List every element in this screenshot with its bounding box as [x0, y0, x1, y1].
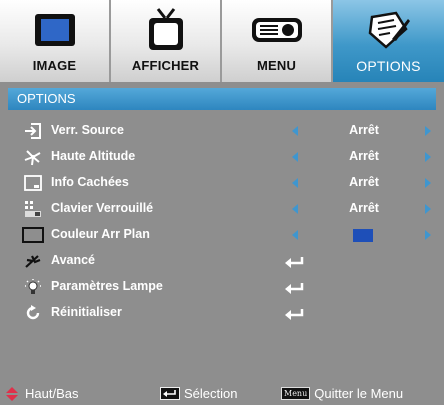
tab-afficher[interactable]: AFFICHER — [111, 0, 222, 82]
tv-icon — [111, 6, 220, 54]
tab-label: IMAGE — [32, 58, 77, 73]
enter-icon[interactable] — [284, 281, 306, 299]
row-label: Réinitialiser — [51, 305, 122, 319]
left-arrow-icon[interactable] — [292, 152, 298, 162]
row-avance[interactable]: Avancé — [8, 249, 436, 273]
lamp-icon — [22, 278, 44, 296]
panel-title: OPTIONS — [8, 88, 436, 110]
row-label: Info Cachées — [51, 175, 129, 189]
row-haute-altitude[interactable]: Haute Altitude Arrêt — [8, 145, 436, 169]
footer-nav: Haut/Bas — [4, 382, 78, 405]
footer-select: Sélection — [160, 382, 237, 405]
up-down-arrow-icon — [6, 386, 18, 401]
left-arrow-icon[interactable] — [292, 126, 298, 136]
enter-icon[interactable] — [284, 255, 306, 273]
osd-menu: IMAGE AFFICHER MENU OPTIONS OPTIONS Verr… — [0, 0, 444, 405]
reset-icon — [22, 304, 44, 322]
right-arrow-icon[interactable] — [425, 204, 431, 214]
left-arrow-icon[interactable] — [292, 178, 298, 188]
tab-bar: IMAGE AFFICHER MENU OPTIONS — [0, 0, 444, 82]
row-info-cachees[interactable]: Info Cachées Arrêt — [8, 171, 436, 195]
row-label: Couleur Arr Plan — [51, 227, 150, 241]
tab-image[interactable]: IMAGE — [0, 0, 111, 82]
advanced-icon — [22, 252, 44, 270]
left-arrow-icon[interactable] — [292, 204, 298, 214]
projector-icon — [222, 6, 331, 54]
tab-label: MENU — [256, 58, 297, 73]
tab-menu[interactable]: MENU — [222, 0, 333, 82]
menu-key-icon: Menu — [281, 387, 311, 400]
row-clavier-verrouille[interactable]: Clavier Verrouillé Arrêt — [8, 197, 436, 221]
right-arrow-icon[interactable] — [425, 230, 431, 240]
background-color-icon — [22, 226, 44, 244]
left-arrow-icon[interactable] — [292, 230, 298, 240]
source-lock-icon — [22, 122, 44, 140]
footer-quit: Menu Quitter le Menu — [281, 382, 403, 405]
info-hide-icon — [22, 174, 44, 192]
right-arrow-icon[interactable] — [425, 178, 431, 188]
right-arrow-icon[interactable] — [425, 126, 431, 136]
keypad-lock-icon — [22, 200, 44, 218]
footer-bar: Haut/Bas Sélection Menu Quitter le Menu — [0, 382, 444, 405]
monitor-icon — [0, 6, 109, 54]
row-label: Verr. Source — [51, 123, 124, 137]
options-panel: OPTIONS Verr. Source Arrêt Haute Altitud… — [8, 88, 436, 378]
row-label: Paramètres Lampe — [51, 279, 163, 293]
row-label: Avancé — [51, 253, 96, 267]
tab-label: OPTIONS — [356, 58, 421, 74]
tab-options[interactable]: OPTIONS — [333, 0, 444, 82]
color-swatch — [353, 229, 373, 242]
enter-icon[interactable] — [284, 307, 306, 325]
row-value: Arrêt — [349, 175, 379, 189]
row-value: Arrêt — [349, 149, 379, 163]
row-couleur-arr-plan[interactable]: Couleur Arr Plan — [8, 223, 436, 247]
footer-quit-label: Quitter le Menu — [314, 386, 404, 401]
row-reinitialiser[interactable]: Réinitialiser — [8, 301, 436, 325]
row-verr-source[interactable]: Verr. Source Arrêt — [8, 119, 436, 143]
row-label: Haute Altitude — [51, 149, 136, 163]
enter-key-icon — [160, 387, 180, 400]
settings-icon — [333, 6, 444, 54]
right-arrow-icon[interactable] — [425, 152, 431, 162]
row-label: Clavier Verrouillé — [51, 201, 154, 215]
row-value: Arrêt — [349, 201, 379, 215]
fan-icon — [22, 148, 44, 166]
tab-label: AFFICHER — [131, 58, 200, 73]
row-value: Arrêt — [349, 123, 379, 137]
footer-nav-label: Haut/Bas — [25, 386, 79, 401]
footer-select-label: Sélection — [184, 386, 238, 401]
row-parametres-lampe[interactable]: Paramètres Lampe — [8, 275, 436, 299]
